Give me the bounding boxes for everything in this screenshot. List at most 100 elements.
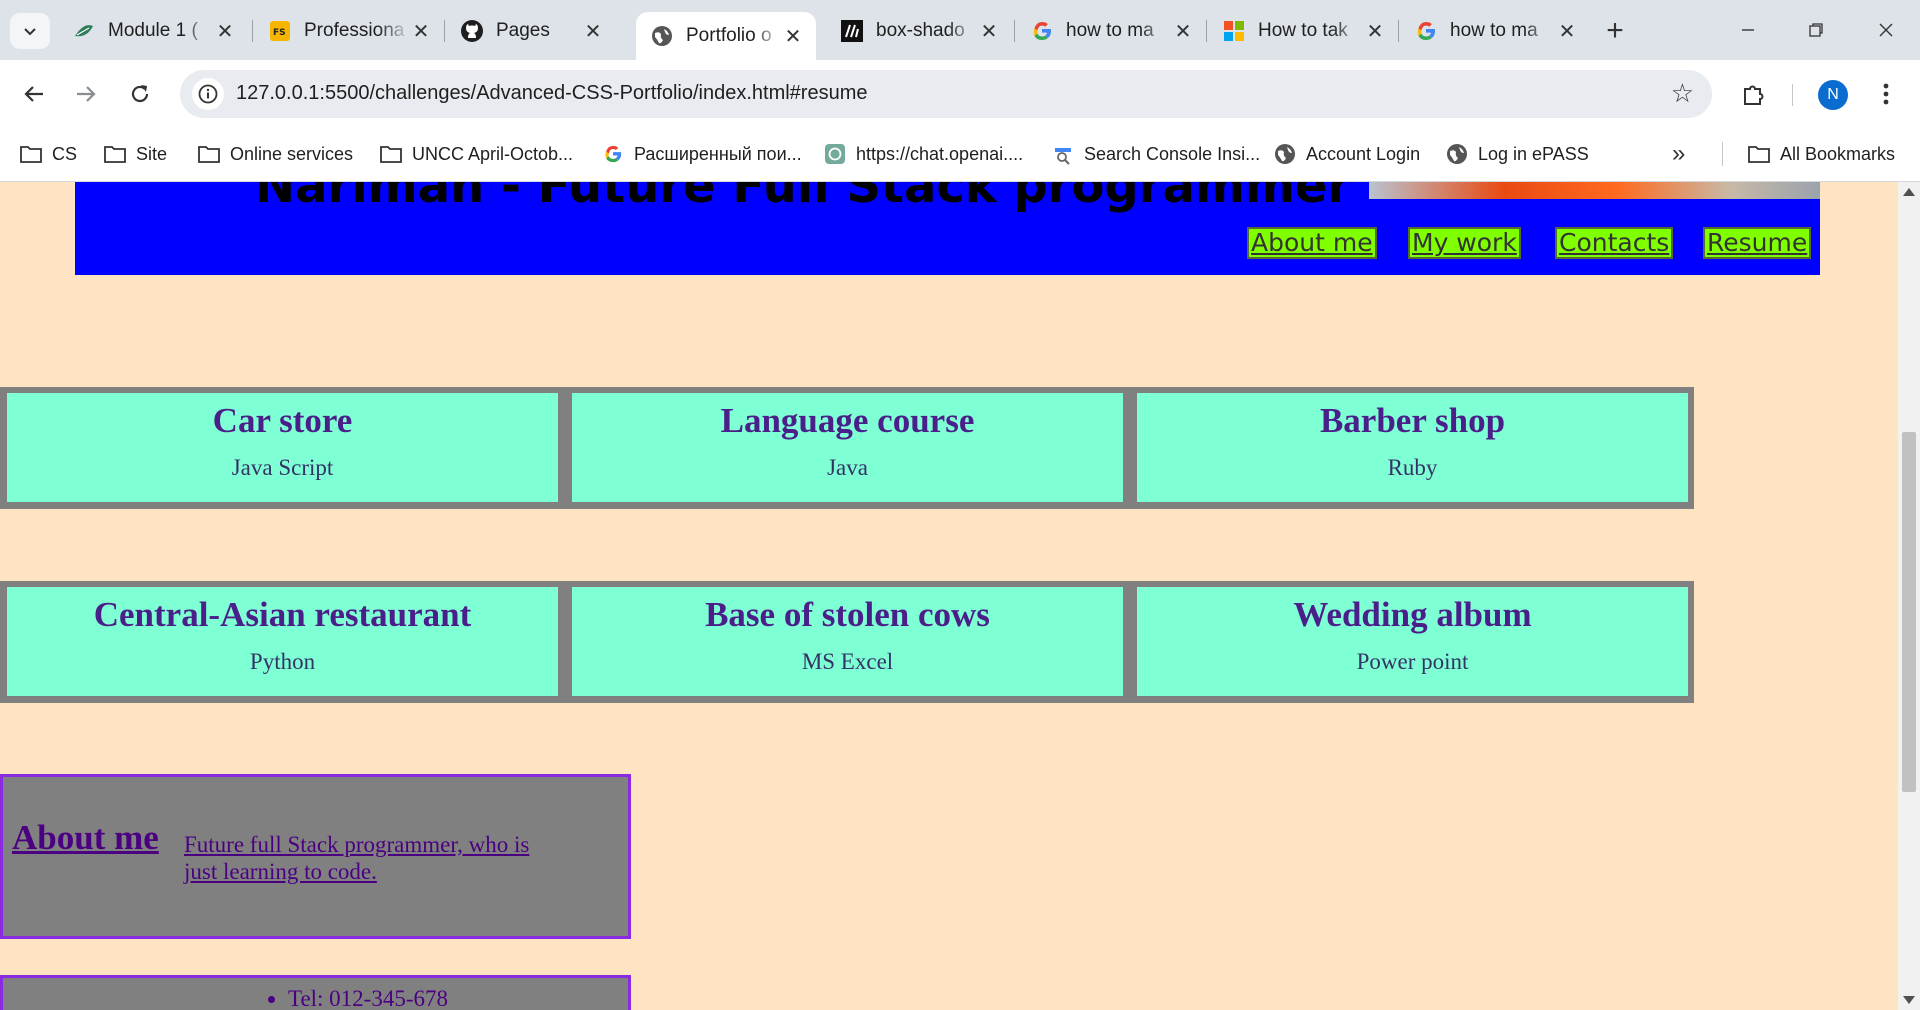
- tab-pages[interactable]: Pages ✕: [446, 12, 616, 50]
- work-card[interactable]: Language course Java: [572, 393, 1123, 502]
- tab-title: how to ma: [1450, 20, 1538, 41]
- nav-link-contacts[interactable]: Contacts: [1555, 227, 1674, 259]
- bookmark-cs[interactable]: CS: [20, 140, 77, 168]
- bookmark-advanced-search[interactable]: Расширенный пои...: [602, 140, 802, 168]
- tab-title: Module 1 (: [108, 20, 198, 41]
- bookmark-search-console[interactable]: Search Console Insi...: [1052, 140, 1260, 168]
- globe-icon: [650, 24, 674, 48]
- mdn-icon: [840, 19, 864, 43]
- search-console-icon: [1052, 143, 1074, 165]
- new-tab-button[interactable]: +: [1596, 12, 1634, 50]
- close-icon[interactable]: ✕: [582, 20, 604, 43]
- arrow-right-icon: [77, 86, 96, 102]
- google-icon: [1414, 19, 1438, 43]
- tab-google-2[interactable]: how to ma ✕: [1400, 12, 1590, 50]
- all-bookmarks[interactable]: All Bookmarks: [1748, 140, 1895, 168]
- kebab-menu-icon: [1883, 83, 1889, 105]
- svg-text:FS: FS: [273, 28, 286, 38]
- bookmark-online-services[interactable]: Online services: [198, 140, 353, 168]
- back-button[interactable]: [14, 74, 54, 114]
- leaf-icon: [72, 19, 96, 43]
- work-card-tech: Java: [827, 455, 868, 480]
- tab-professional[interactable]: FS Professiona ✕: [254, 12, 444, 50]
- work-card[interactable]: Central-Asian restaurant Python: [7, 587, 558, 696]
- contacts-list: Tel: 012-345-678: [3, 986, 628, 1010]
- minimize-icon: [1742, 29, 1754, 31]
- about-me-section: About me Future full Stack programmer, w…: [0, 774, 631, 939]
- profile-avatar[interactable]: N: [1818, 80, 1848, 110]
- about-me-heading[interactable]: About me: [12, 817, 159, 859]
- site-info-button[interactable]: [192, 78, 224, 110]
- tab-title: Professiona: [304, 20, 405, 41]
- nav-link-my-work[interactable]: My work: [1408, 227, 1521, 259]
- close-icon[interactable]: ✕: [410, 20, 432, 43]
- address-bar[interactable]: 127.0.0.1:5500/challenges/Advanced-CSS-P…: [180, 70, 1712, 118]
- browser-toolbar: 127.0.0.1:5500/challenges/Advanced-CSS-P…: [0, 60, 1920, 128]
- bookmark-label: Log in ePASS: [1478, 143, 1589, 164]
- contact-phone: Tel: 012-345-678: [288, 986, 628, 1010]
- bookmark-uncc[interactable]: UNCC April-Octob...: [380, 140, 573, 168]
- tab-box-shadow[interactable]: box-shado ✕: [826, 12, 1012, 50]
- work-card-tech: Java Script: [231, 455, 334, 480]
- folder-icon: [20, 143, 42, 165]
- menu-button[interactable]: [1868, 76, 1904, 112]
- work-card[interactable]: Car store Java Script: [7, 393, 558, 502]
- extensions-button[interactable]: [1736, 76, 1772, 112]
- bookmark-epass[interactable]: Log in ePASS: [1446, 140, 1589, 168]
- url-text[interactable]: 127.0.0.1:5500/challenges/Advanced-CSS-P…: [236, 82, 867, 105]
- tab-module[interactable]: Module 1 ( ✕: [58, 12, 248, 50]
- work-card-tech: MS Excel: [801, 649, 894, 674]
- reload-button[interactable]: [120, 74, 160, 114]
- bookmark-label: CS: [52, 143, 78, 164]
- bookmark-account-login[interactable]: Account Login: [1274, 140, 1420, 168]
- restore-button[interactable]: [1786, 8, 1846, 52]
- minimize-button[interactable]: [1718, 8, 1778, 52]
- tab-search-button[interactable]: [10, 13, 50, 49]
- nav-link-resume[interactable]: Resume: [1703, 227, 1812, 259]
- plus-icon: +: [1606, 14, 1624, 47]
- work-card-title: Barber shop: [1319, 401, 1506, 440]
- nav-link-about-me[interactable]: About me: [1247, 227, 1377, 259]
- scroll-down-arrow-icon[interactable]: [1903, 996, 1915, 1004]
- close-icon[interactable]: ✕: [978, 20, 1000, 43]
- bookmark-chat-openai[interactable]: https://chat.openai....: [824, 140, 1023, 168]
- close-icon[interactable]: ✕: [1364, 20, 1386, 43]
- about-me-text[interactable]: Future full Stack programmer, who is jus…: [184, 831, 564, 885]
- work-card[interactable]: Barber shop Ruby: [1137, 393, 1688, 502]
- toolbar-divider: [1792, 84, 1793, 106]
- bookmarks-divider: [1722, 142, 1723, 166]
- work-card-title: Language course: [720, 401, 975, 440]
- bookmark-label: Search Console Insi...: [1084, 143, 1261, 164]
- bookmarks-bar: CS Site Online services UNCC April-Octob…: [0, 128, 1920, 182]
- scrollbar-thumb[interactable]: [1902, 432, 1916, 792]
- close-icon[interactable]: ✕: [1172, 20, 1194, 43]
- work-card[interactable]: Base of stolen cows MS Excel: [572, 587, 1123, 696]
- fs-icon: FS: [268, 19, 292, 43]
- bookmark-label: UNCC April-Octob...: [412, 143, 574, 164]
- google-icon: [1030, 19, 1054, 43]
- close-window-button[interactable]: [1856, 8, 1916, 52]
- scroll-up-arrow-icon[interactable]: [1903, 188, 1915, 196]
- tab-google-1[interactable]: how to ma ✕: [1016, 12, 1206, 50]
- close-icon[interactable]: ✕: [782, 25, 804, 48]
- bookmark-site[interactable]: Site: [104, 140, 167, 168]
- work-card-tech: Python: [249, 649, 316, 674]
- more-bookmarks-icon[interactable]: »: [1672, 140, 1685, 168]
- work-card-tech: Ruby: [1387, 455, 1438, 480]
- forward-button[interactable]: [66, 74, 106, 114]
- tab-portfolio[interactable]: Portfolio o ✕: [636, 12, 816, 60]
- bookmark-star-icon[interactable]: ☆: [1671, 80, 1694, 106]
- page-scrollbar[interactable]: [1898, 182, 1920, 1010]
- close-icon[interactable]: ✕: [214, 20, 236, 43]
- page-title: Nariman - Future Full Stack programmer: [255, 182, 1352, 214]
- tab-how-to-take[interactable]: How to tak ✕: [1208, 12, 1398, 50]
- tab-divider: [1398, 20, 1399, 42]
- tab-strip: Module 1 ( ✕ FS Professiona ✕ Pages ✕ Po…: [0, 0, 1920, 60]
- chevron-down-icon: [24, 28, 36, 36]
- work-card-title: Car store: [212, 401, 353, 440]
- close-icon[interactable]: ✕: [1556, 20, 1578, 43]
- tab-divider: [444, 20, 445, 42]
- openai-icon: [824, 143, 846, 165]
- work-card[interactable]: Wedding album Power point: [1137, 587, 1688, 696]
- work-card-title: Base of stolen cows: [705, 595, 990, 634]
